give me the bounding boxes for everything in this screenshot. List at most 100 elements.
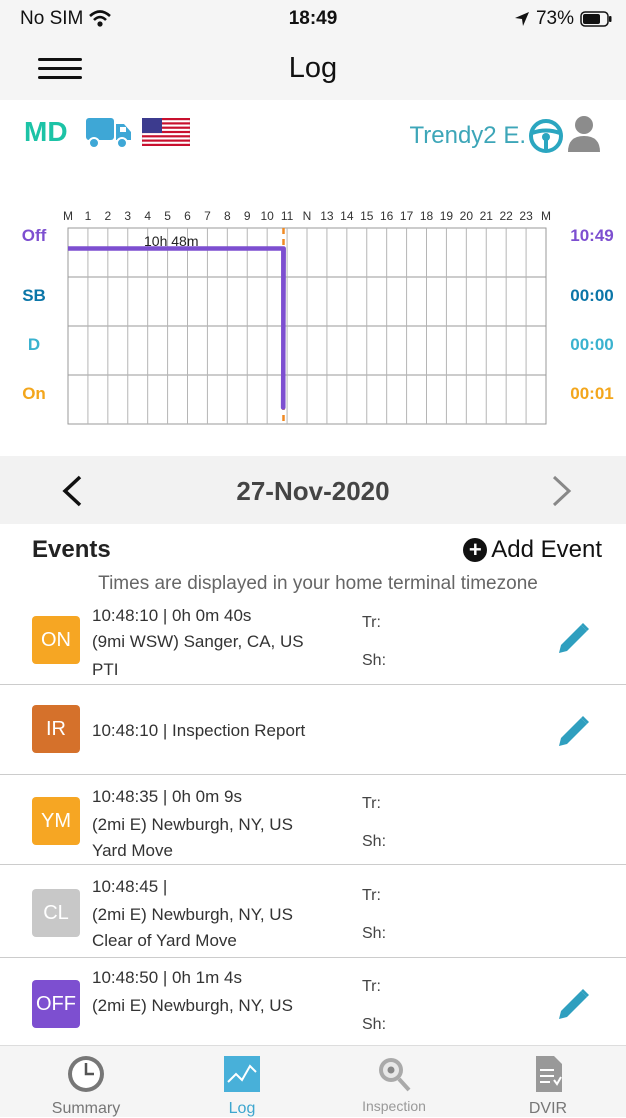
chart-hour-tick-label: 2 (104, 209, 111, 223)
event-shipping-label: Sh: (362, 1016, 387, 1033)
current-date: 27-Nov-2020 (236, 476, 390, 506)
chart-row-label: D (28, 335, 40, 354)
tab-dvir[interactable]: DVIR (470, 1046, 626, 1117)
tab-log[interactable]: Log (164, 1046, 320, 1117)
event-location: (2mi E) Newburgh, NY, US (92, 815, 293, 834)
duty-status-chart: M 1 2 3 4 5 6 7 8 9 10 11 N 13 14 15 16 17 18 19 20 21 22 23 M Of… (0, 166, 626, 456)
event-trailer-label: Tr: (362, 887, 381, 904)
event-time-description: 10:48:10 | Inspection Report (92, 721, 306, 740)
chart-hour-tick-label: 8 (224, 209, 231, 223)
duty-status-chart-svg: M 1 2 3 4 5 6 7 8 9 10 11 N 13 14 15 16 17 18 19 20 21 22 23 MOf… (22, 209, 614, 425)
event-trailer-label: Tr: (362, 978, 381, 995)
event-row[interactable]: YM 10:48:35 | 0h 0m 9s (2mi E) Newburgh,… (0, 775, 626, 865)
chart-hour-tick-label: 3 (124, 209, 131, 223)
tab-summary-label: Summary (51, 1100, 121, 1117)
chart-hour-tick-label: 19 (440, 209, 454, 223)
bottom-tab-bar: Summary Log Inspection DVIR (0, 1045, 626, 1117)
us-flag-icon (142, 118, 190, 146)
event-note: PTI (92, 660, 119, 679)
clock-icon (68, 1056, 104, 1092)
inspection-magnifier-icon (379, 1058, 411, 1092)
chart-row-label: SB (22, 286, 46, 305)
next-day-chevron-icon[interactable] (550, 474, 574, 508)
event-location: (2mi E) Newburgh, NY, US (92, 905, 293, 924)
nav-bar: Log (0, 38, 626, 101)
add-event-button[interactable]: + Add Event (463, 536, 602, 564)
co-driver-person-icon[interactable] (566, 114, 602, 152)
event-row[interactable]: ON 10:48:10 | 0h 0m 40s (9mi WSW) Sanger… (0, 600, 626, 685)
chart-row-label: On (22, 384, 46, 403)
log-graph-icon (224, 1056, 260, 1092)
tab-inspection-label: Inspection (362, 1098, 426, 1114)
chart-hour-tick-label: N (303, 209, 312, 223)
edit-pencil-icon[interactable] (556, 620, 592, 656)
chart-hour-tick-label: 17 (400, 209, 414, 223)
event-location: (9mi WSW) Sanger, CA, US (92, 632, 304, 651)
location-arrow-icon (514, 12, 529, 26)
event-shipping-label: Sh: (362, 925, 387, 942)
chart-hour-tick-label: 6 (184, 209, 191, 223)
chart-row-total: 10:49 (570, 226, 613, 245)
chart-hour-tick-label: 16 (380, 209, 394, 223)
event-shipping-label: Sh: (362, 833, 387, 850)
edit-pencil-icon[interactable] (556, 986, 592, 1022)
event-badge: YM (32, 797, 80, 845)
event-trailer-label: Tr: (362, 795, 381, 812)
tab-log-label: Log (228, 1100, 256, 1117)
chart-row-label: Off (22, 226, 47, 245)
add-circle-icon: + (463, 538, 488, 562)
chart-hour-tick-label: 22 (499, 209, 513, 223)
chart-hour-tick-label: M (541, 209, 551, 223)
truck-icon (86, 118, 131, 149)
chart-hour-tick-label: 11 (281, 209, 294, 223)
steering-wheel-icon[interactable] (528, 118, 564, 154)
chart-hour-tick-label: 1 (85, 209, 92, 223)
tab-dvir-label: DVIR (528, 1100, 568, 1117)
chart-hour-tick-label: 4 (144, 209, 151, 223)
chart-hour-tick-label: 14 (340, 209, 354, 223)
chart-hour-tick-label: 13 (320, 209, 334, 223)
dvir-document-icon (536, 1056, 562, 1092)
event-time-duration: 10:48:50 | 0h 1m 4s (92, 968, 242, 987)
driver-bar: MD Trendy2 E. (0, 100, 626, 167)
events-heading: Events (32, 536, 111, 563)
event-time-duration: 10:48:45 | (92, 877, 168, 896)
event-time-duration: 10:48:35 | 0h 0m 9s (92, 787, 242, 806)
tab-inspection[interactable]: Inspection (316, 1046, 472, 1117)
chart-hour-tick-label: M (63, 209, 73, 223)
date-navigator: 27-Nov-2020 (0, 456, 626, 524)
event-row[interactable]: CL 10:48:45 | (2mi E) Newburgh, NY, US C… (0, 865, 626, 958)
event-row[interactable]: OFF 10:48:50 | 0h 1m 4s (2mi E) Newburgh… (0, 958, 626, 1045)
battery-percent: 73% (535, 8, 574, 29)
chart-duty-status-line (68, 246, 286, 410)
page-title: Log (288, 52, 338, 84)
add-event-label: Add Event (491, 536, 602, 563)
event-badge: OFF (32, 980, 80, 1028)
chart-hour-tick-label: 10 (260, 209, 274, 223)
event-row[interactable]: IR 10:48:10 | Inspection Report (0, 685, 626, 775)
tab-summary[interactable]: Summary (8, 1046, 164, 1117)
event-note: Clear of Yard Move (92, 931, 237, 950)
chart-row-total: 00:00 (570, 286, 613, 305)
status-bar: No SIM 18:49 73% (0, 0, 626, 38)
chart-row-total: 00:00 (570, 335, 613, 354)
chart-hour-tick-label: 21 (480, 209, 494, 223)
battery-icon (580, 11, 612, 27)
chart-hour-tick-label: 23 (519, 209, 533, 223)
edit-pencil-icon[interactable] (556, 713, 592, 749)
chart-hour-tick-label: 9 (244, 209, 251, 223)
event-badge: CL (32, 889, 80, 937)
chart-duration-label: 10h 48m (144, 233, 198, 249)
chart-hour-tick-label: 5 (164, 209, 171, 223)
chart-hour-tick-label: 15 (360, 209, 374, 223)
mode-label: MD (24, 116, 68, 147)
timezone-note: Times are displayed in your home termina… (98, 573, 538, 594)
chart-row-total: 00:01 (570, 384, 613, 403)
driver-name[interactable]: Trendy2 E. (410, 122, 527, 150)
chart-hour-tick-label: 18 (420, 209, 434, 223)
event-badge: ON (32, 616, 80, 664)
event-location: (2mi E) Newburgh, NY, US (92, 996, 293, 1015)
event-time-duration: 10:48:10 | 0h 0m 40s (92, 606, 252, 625)
event-note: Yard Move (92, 841, 173, 860)
chart-hour-tick-label: 20 (460, 209, 474, 223)
